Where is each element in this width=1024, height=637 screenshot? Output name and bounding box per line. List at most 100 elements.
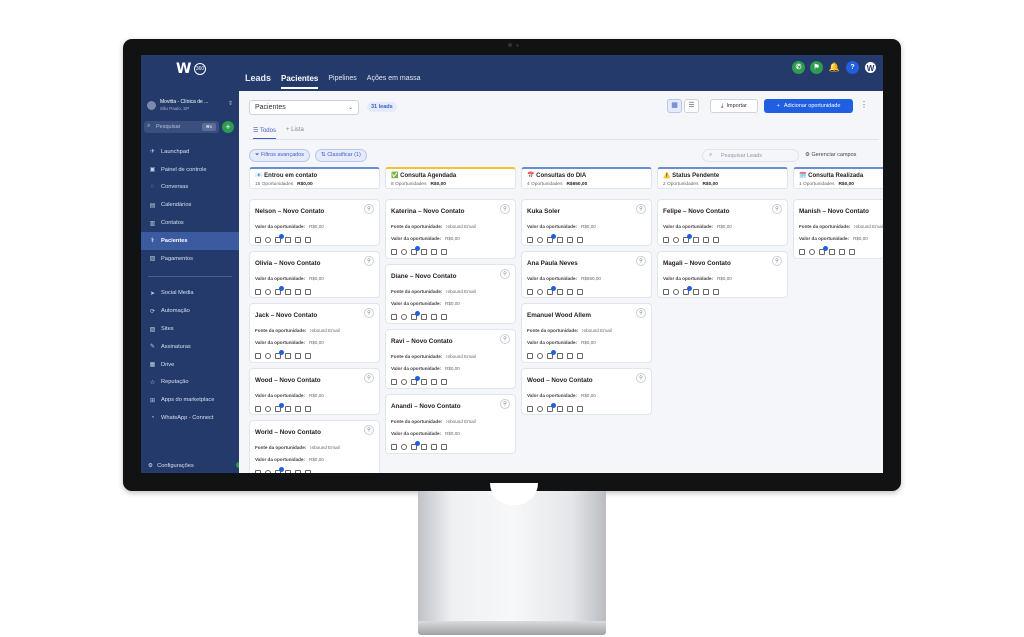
chat-icon[interactable] xyxy=(411,311,420,320)
opportunity-card[interactable]: Ana Paula Neves ⚲ Valor da oportunidade: R$… xyxy=(521,251,652,298)
phone-icon[interactable] xyxy=(527,237,533,243)
quick-add-button[interactable]: + xyxy=(222,121,234,133)
bell-icon[interactable]: 🔔 xyxy=(828,61,841,74)
phone-icon[interactable] xyxy=(255,353,261,359)
opportunity-card[interactable]: Wood – Novo Contato ⚲ Valor da oportunidad… xyxy=(249,368,380,415)
note-icon[interactable] xyxy=(421,444,427,450)
phone-icon[interactable] xyxy=(527,353,533,359)
message-icon[interactable] xyxy=(537,406,543,412)
assign-user-icon[interactable]: ⚲ xyxy=(500,399,510,409)
phone-icon[interactable] xyxy=(391,444,397,450)
task-icon[interactable] xyxy=(431,314,437,320)
chat-icon[interactable] xyxy=(547,234,556,243)
note-icon[interactable] xyxy=(557,237,563,243)
assign-user-icon[interactable]: ⚲ xyxy=(772,256,782,266)
note-icon[interactable] xyxy=(557,406,563,412)
advanced-filters-button[interactable]: ⏷ Filtros avançados xyxy=(249,149,311,162)
calendar-icon[interactable] xyxy=(305,289,311,295)
note-icon[interactable] xyxy=(285,289,291,295)
assign-user-icon[interactable]: ⚲ xyxy=(772,204,782,214)
assign-user-icon[interactable]: ⚲ xyxy=(364,256,374,266)
chat-icon[interactable] xyxy=(547,286,556,295)
leads-search-input[interactable]: ⌕ Pesquisar Leads xyxy=(702,149,799,162)
message-icon[interactable] xyxy=(401,249,407,255)
task-icon[interactable] xyxy=(431,444,437,450)
opportunity-card[interactable]: Ravi – Novo Contato ⚲ Fonte da oportunidad… xyxy=(385,329,516,389)
nav-pipelines[interactable]: Pipelines xyxy=(328,75,356,89)
chat-icon[interactable] xyxy=(547,403,556,412)
app-logo[interactable]: W xyxy=(176,61,191,77)
note-icon[interactable] xyxy=(421,249,427,255)
assign-user-icon[interactable]: ⚲ xyxy=(636,204,646,214)
phone-icon[interactable] xyxy=(255,289,261,295)
calendar-icon[interactable] xyxy=(713,237,719,243)
note-icon[interactable] xyxy=(693,289,699,295)
opportunity-card[interactable]: Diane – Novo Contato ⚲ Fonte da oportunida… xyxy=(385,264,516,324)
message-icon[interactable] xyxy=(537,353,543,359)
note-icon[interactable] xyxy=(557,289,563,295)
sidebar-item-settings[interactable]: ⚙ Configurações xyxy=(148,463,194,469)
phone-icon[interactable] xyxy=(663,237,669,243)
chat-icon[interactable] xyxy=(275,234,284,243)
phone-icon[interactable] xyxy=(255,406,261,412)
phone-icon[interactable] xyxy=(527,289,533,295)
opportunity-card[interactable]: Wood – Novo Contato ⚲ Valor da oportunidad… xyxy=(521,368,652,415)
calendar-icon[interactable] xyxy=(305,237,311,243)
sidebar-item-assinaturas[interactable]: ✎ Assinaturas xyxy=(141,338,239,356)
phone-icon[interactable] xyxy=(391,249,397,255)
opportunity-card[interactable]: Anandi – Novo Contato ⚲ Fonte da oportunid… xyxy=(385,394,516,454)
note-icon[interactable] xyxy=(285,353,291,359)
message-icon[interactable] xyxy=(265,406,271,412)
sidebar-item-conversas[interactable]: ◌ Conversas xyxy=(141,179,239,197)
calendar-icon[interactable] xyxy=(441,444,447,450)
phone-icon[interactable] xyxy=(663,289,669,295)
sidebar-item-apps-do-marketplace[interactable]: ⊞ Apps do marketplace xyxy=(141,391,239,409)
assign-user-icon[interactable]: ⚲ xyxy=(500,334,510,344)
task-icon[interactable] xyxy=(567,289,573,295)
task-icon[interactable] xyxy=(295,406,301,412)
sidebar-item-sites[interactable]: ▨ Sites xyxy=(141,320,239,338)
sidebar-item-painel-de-controle[interactable]: ▣ Painel de controle xyxy=(141,161,239,179)
message-icon[interactable] xyxy=(673,289,679,295)
account-switcher[interactable]: Movitta - Clínica de ... São Paulo, SP ⇕ xyxy=(147,99,235,115)
calendar-icon[interactable] xyxy=(441,379,447,385)
opportunity-card[interactable]: Nelson – Novo Contato ⚲ Valor da oportunid… xyxy=(249,199,380,246)
task-icon[interactable] xyxy=(567,353,573,359)
opportunity-card[interactable]: Katerina – Novo Contato ⚲ Fonte da oportun… xyxy=(385,199,516,259)
nav-leads[interactable]: Leads xyxy=(245,73,271,89)
message-icon[interactable] xyxy=(673,237,679,243)
calendar-icon[interactable] xyxy=(305,406,311,412)
chat-icon[interactable] xyxy=(275,467,284,473)
task-icon[interactable] xyxy=(295,237,301,243)
opportunity-card[interactable]: Jack – Novo Contato ⚲ Fonte da oportunidad… xyxy=(249,303,380,363)
sidebar-item-launchpad[interactable]: ✈ Launchpad xyxy=(141,143,239,161)
chat-icon[interactable] xyxy=(275,350,284,359)
chat-icon[interactable] xyxy=(275,286,284,295)
manage-fields-button[interactable]: ⚙ Gerenciar campos xyxy=(805,152,856,158)
calendar-icon[interactable] xyxy=(577,237,583,243)
opportunity-card[interactable]: Felipe – Novo Contato ⚲ Valor da oportunid… xyxy=(657,199,788,246)
phone-icon[interactable] xyxy=(255,237,261,243)
message-icon[interactable] xyxy=(537,289,543,295)
task-icon[interactable] xyxy=(295,289,301,295)
task-icon[interactable] xyxy=(839,249,845,255)
nav-a-es-em-massa[interactable]: Ações em massa xyxy=(367,75,421,89)
chat-icon[interactable] xyxy=(411,376,420,385)
opportunity-card[interactable]: Emanuel Wood Allem ⚲ Fonte da oportunidade… xyxy=(521,303,652,363)
note-icon[interactable] xyxy=(285,470,291,473)
chat-icon[interactable] xyxy=(819,246,828,255)
calendar-icon[interactable] xyxy=(441,314,447,320)
task-icon[interactable] xyxy=(295,353,301,359)
assign-user-icon[interactable]: ⚲ xyxy=(636,373,646,383)
opportunity-card[interactable]: Manish – Novo Contato⚲Fonte da oportunid… xyxy=(793,199,883,259)
sidebar-item-calend-rios[interactable]: ▤ Calendários xyxy=(141,196,239,214)
calendar-icon[interactable] xyxy=(577,406,583,412)
assign-user-icon[interactable]: ⚲ xyxy=(500,269,510,279)
phone-icon[interactable] xyxy=(391,379,397,385)
opportunity-card[interactable]: Magali – Novo Contato ⚲ Valor da oportunid… xyxy=(657,251,788,298)
task-icon[interactable] xyxy=(431,249,437,255)
message-icon[interactable] xyxy=(401,379,407,385)
calendar-icon[interactable] xyxy=(305,470,311,473)
assign-user-icon[interactable]: ⚲ xyxy=(636,256,646,266)
calendar-icon[interactable] xyxy=(577,353,583,359)
